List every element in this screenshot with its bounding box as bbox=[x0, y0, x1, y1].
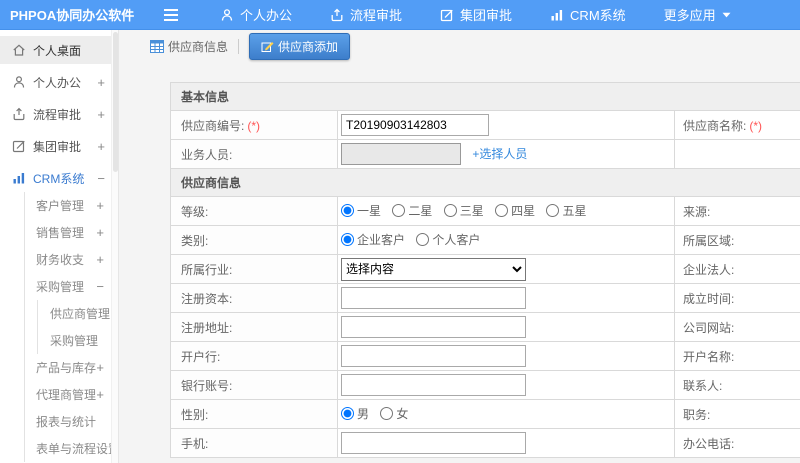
sidebar-item-reports[interactable]: 报表与统计 bbox=[25, 408, 118, 435]
upload-icon bbox=[330, 8, 344, 22]
required-mark: (*) bbox=[247, 118, 261, 133]
edit-icon bbox=[12, 139, 26, 153]
radio-grade-4[interactable]: 四星 bbox=[495, 202, 535, 219]
required-mark: (*) bbox=[749, 118, 763, 133]
select-person-link[interactable]: +选择人员 bbox=[472, 147, 527, 161]
industry-select[interactable]: 选择内容 bbox=[341, 257, 526, 281]
nav-item-more-apps[interactable]: 更多应用 bbox=[664, 5, 731, 24]
bar-chart-icon bbox=[12, 171, 26, 185]
sidebar-item-product-inventory[interactable]: 产品与库存 + bbox=[25, 354, 118, 381]
radio-category-enterprise[interactable]: 企业客户 bbox=[341, 231, 405, 248]
purchase-submenu: 供应商管理 采购管理 bbox=[37, 300, 118, 354]
home-icon bbox=[12, 43, 26, 57]
supplier-code-input[interactable] bbox=[341, 114, 489, 136]
row-category: 类别: 企业客户 个人客户 所属区域: bbox=[170, 225, 800, 255]
person-icon bbox=[220, 8, 234, 22]
section-supplier-info: 供应商信息 bbox=[170, 168, 800, 197]
top-nav: 个人办公 流程审批 集团审批 CRM系统 更多应用 bbox=[220, 5, 731, 24]
supplier-form: 基本信息 供应商编号:(*) 供应商名称:(*) 业务人员: +选择人员 bbox=[170, 82, 800, 458]
caret-down-icon bbox=[722, 12, 731, 18]
radio-grade-1[interactable]: 一星 bbox=[341, 202, 381, 219]
sidebar-item-personal-office[interactable]: 个人办公 + bbox=[0, 68, 118, 96]
crm-submenu: 客户管理 + 销售管理 + 财务收支 + 采购管理 − 供应商管理 采购管理 产… bbox=[24, 192, 118, 462]
row-gender: 性别: 男 女 职务: bbox=[170, 399, 800, 429]
row-supplier-code: 供应商编号:(*) 供应商名称:(*) bbox=[170, 110, 800, 140]
person-icon bbox=[12, 75, 26, 89]
radio-grade-5[interactable]: 五星 bbox=[546, 202, 586, 219]
registered-capital-input[interactable] bbox=[341, 287, 526, 309]
bar-chart-icon bbox=[550, 8, 564, 22]
row-mobile: 手机: 办公电话: bbox=[170, 428, 800, 458]
row-business-person: 业务人员: +选择人员 bbox=[170, 139, 800, 169]
radio-grade-3[interactable]: 三星 bbox=[443, 202, 484, 219]
sidebar-item-crm[interactable]: CRM系统 − bbox=[0, 164, 118, 192]
main-content: 供应商信息 供应商添加 基本信息 供应商编号:(*) 供应商名称:(*) bbox=[119, 30, 800, 463]
row-registered-capital: 注册资本: 成立时间: bbox=[170, 283, 800, 313]
nav-item-workflow-approval[interactable]: 流程审批 bbox=[330, 5, 402, 24]
sidebar-scrollbar[interactable] bbox=[111, 30, 118, 463]
sidebar: 个人桌面 个人办公 + 流程审批 + 集团审批 + CRM系统 − 客户管理 + bbox=[0, 30, 119, 463]
nav-item-crm[interactable]: CRM系统 bbox=[550, 5, 626, 24]
sidebar-item-supplier-mgmt[interactable]: 供应商管理 bbox=[38, 300, 118, 327]
row-bank-account: 银行账号: 联系人: bbox=[170, 370, 800, 400]
bank-account-input[interactable] bbox=[341, 374, 526, 396]
sidebar-item-customer-mgmt[interactable]: 客户管理 + bbox=[25, 192, 118, 219]
sidebar-item-agent-mgmt[interactable]: 代理商管理 + bbox=[25, 381, 118, 408]
radio-gender-male[interactable]: 男 bbox=[341, 405, 369, 422]
registered-address-input[interactable] bbox=[341, 316, 526, 338]
row-industry: 所属行业: 选择内容 企业法人: bbox=[170, 254, 800, 284]
app-logo: PHPOA协同办公软件 bbox=[10, 8, 135, 23]
edit-icon bbox=[440, 8, 454, 22]
scrollbar-thumb[interactable] bbox=[112, 32, 118, 172]
table-icon bbox=[150, 40, 164, 53]
radio-category-personal[interactable]: 个人客户 bbox=[416, 231, 480, 248]
sidebar-item-purchasing[interactable]: 采购管理 bbox=[38, 327, 118, 354]
section-basic-info: 基本信息 bbox=[170, 82, 800, 111]
nav-item-personal-office[interactable]: 个人办公 bbox=[220, 5, 292, 24]
row-bank: 开户行: 开户名称: bbox=[170, 341, 800, 371]
upload-icon bbox=[12, 107, 26, 121]
radio-grade-2[interactable]: 二星 bbox=[392, 202, 432, 219]
bank-input[interactable] bbox=[341, 345, 526, 367]
edit-pencil-icon bbox=[261, 40, 274, 53]
radio-gender-female[interactable]: 女 bbox=[380, 405, 408, 422]
tab-supplier-add[interactable]: 供应商添加 bbox=[249, 33, 351, 60]
row-grade: 等级: 一星 二星 三星 四星 五星 来源: bbox=[170, 196, 800, 226]
sidebar-item-sales-mgmt[interactable]: 销售管理 + bbox=[25, 219, 118, 246]
top-header: PHPOA协同办公软件 个人办公 流程审批 集团审批 CRM系统 更多应用 bbox=[0, 0, 800, 30]
tab-supplier-info[interactable]: 供应商信息 bbox=[150, 38, 228, 55]
business-person-input[interactable] bbox=[341, 143, 461, 165]
hamburger-icon[interactable] bbox=[164, 8, 178, 21]
sidebar-item-personal-desktop[interactable]: 个人桌面 bbox=[0, 36, 118, 64]
sidebar-item-form-workflow-settings[interactable]: 表单与流程设置 + bbox=[25, 435, 118, 462]
sidebar-item-finance[interactable]: 财务收支 + bbox=[25, 246, 118, 273]
row-registered-address: 注册地址: 公司网站: bbox=[170, 312, 800, 342]
sidebar-item-purchase-mgmt[interactable]: 采购管理 − bbox=[25, 273, 118, 300]
sidebar-item-workflow-approval[interactable]: 流程审批 + bbox=[0, 100, 118, 128]
sidebar-item-group-approval[interactable]: 集团审批 + bbox=[0, 132, 118, 160]
nav-item-group-approval[interactable]: 集团审批 bbox=[440, 5, 512, 24]
tab-separator bbox=[238, 39, 240, 54]
mobile-input[interactable] bbox=[341, 432, 526, 454]
tab-bar: 供应商信息 供应商添加 bbox=[119, 30, 800, 63]
